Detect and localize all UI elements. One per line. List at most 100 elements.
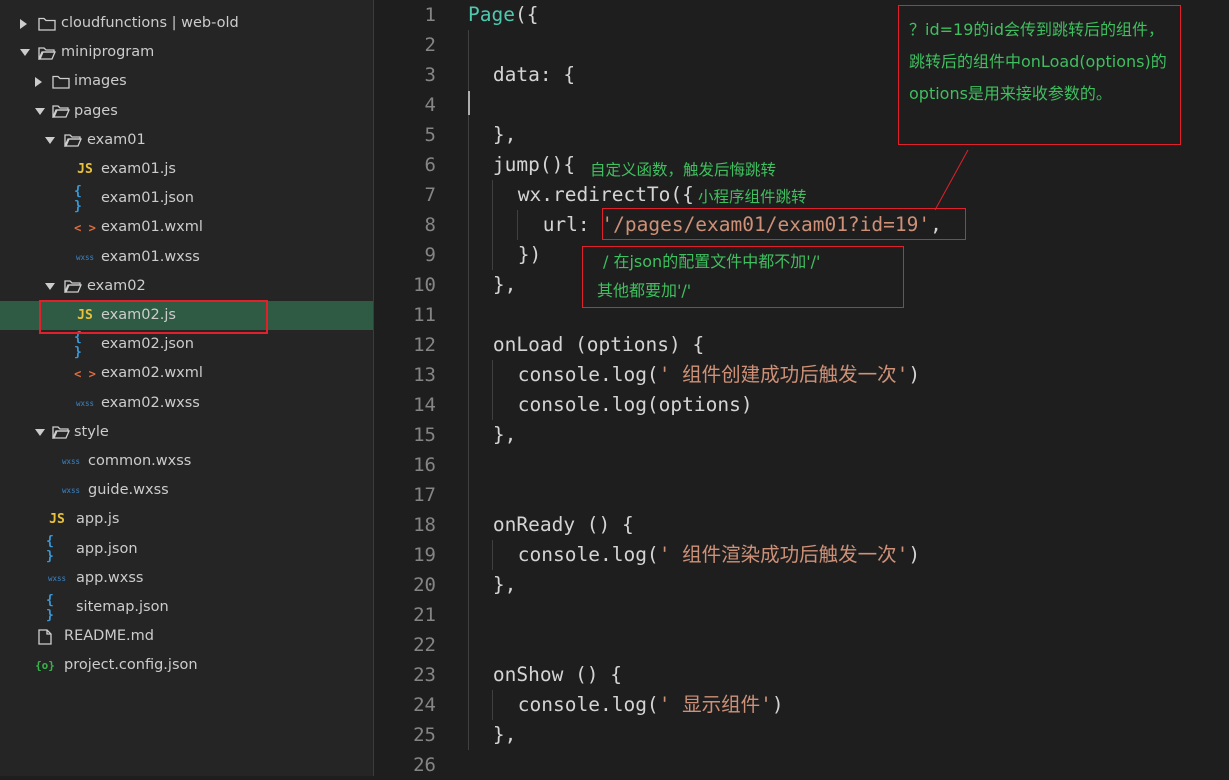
code-line[interactable]: onLoad (options) { [493, 330, 704, 360]
wxss-file-icon: wxss [75, 398, 95, 408]
tree-item-sitemap-json[interactable]: { } sitemap.json [0, 592, 373, 623]
tree-item-app-json[interactable]: { } app.json [0, 534, 373, 564]
tree-item-exam01-wxml[interactable]: < > exam01.wxml [0, 213, 373, 242]
chevron-down-icon[interactable] [45, 282, 55, 290]
indent-guide [517, 210, 518, 240]
folder-icon [36, 15, 58, 32]
line-number: 21 [413, 604, 436, 626]
tree-item-exam02-json[interactable]: { } exam02.json [0, 329, 373, 360]
code-line[interactable]: onShow () { [493, 660, 622, 690]
string-literal: ' 组件渲染成功后触发一次' [658, 543, 909, 566]
tree-item-common-wxss[interactable]: wxss common.wxss [0, 447, 373, 476]
chevron-down-icon[interactable] [45, 136, 55, 144]
indent-guide [468, 30, 469, 750]
code-line[interactable]: console.log(' 组件创建成功后触发一次') [518, 360, 920, 390]
line-number: 15 [413, 424, 436, 446]
json-file-icon: { } [74, 329, 82, 360]
file-explorer: cloudfunctions | web-old miniprogram image… [0, 0, 374, 776]
tree-item-label: images [74, 73, 127, 90]
tree-item-app-wxss[interactable]: wxss app.wxss [0, 564, 373, 593]
tree-item-label: style [74, 423, 109, 440]
chevron-right-icon[interactable] [20, 19, 27, 29]
code-line[interactable]: Page({ [468, 0, 538, 30]
tree-item-label: app.js [76, 511, 120, 528]
tree-item-exam01-js[interactable]: JS exam01.js [0, 155, 373, 184]
wxss-file-icon: wxss [61, 457, 81, 466]
line-number: 22 [413, 634, 436, 656]
folder-open-icon [50, 103, 72, 120]
code-line[interactable]: wx.redirectTo({ [518, 180, 694, 210]
code-line[interactable]: }, [493, 270, 516, 300]
code-line[interactable]: data: { [493, 60, 575, 90]
tree-item-app-js[interactable]: JS app.js [0, 505, 373, 534]
tree-item-label: exam01.js [101, 161, 176, 177]
line-number: 8 [424, 214, 436, 236]
code-line[interactable]: }, [493, 420, 516, 450]
tree-item-exam01-wxss[interactable]: wxss exam01.wxss [0, 243, 373, 272]
tree-item-label: app.json [76, 540, 138, 557]
tree-item-label: exam02.wxss [101, 394, 200, 411]
tree-item-readme-md[interactable]: README.md [0, 622, 373, 651]
line-number: 18 [413, 514, 436, 536]
code-line[interactable]: console.log(' 显示组件') [518, 690, 784, 720]
line-number: 19 [413, 544, 436, 566]
tree-item-label: cloudfunctions | web-old [61, 15, 239, 31]
code-line[interactable]: }, [493, 720, 516, 750]
wxss-file-icon: wxss [61, 486, 81, 496]
identifier: Page [468, 3, 515, 26]
line-number: 6 [424, 154, 436, 176]
line-number: 3 [424, 64, 436, 86]
line-number: 17 [413, 484, 436, 506]
line-number: 1 [424, 4, 436, 26]
slash-rule-note: / 在json的配置文件中都不加'/' 其他都要加'/' [582, 246, 904, 308]
line-number: 2 [424, 34, 436, 56]
tree-item-label: exam02.json [101, 336, 194, 353]
folder-open-icon [50, 424, 72, 441]
line-number: 25 [413, 724, 436, 746]
line-number: 4 [424, 94, 436, 116]
text-cursor [468, 91, 470, 115]
folder-open-icon [62, 278, 84, 295]
line-number: 24 [413, 694, 436, 716]
tree-item-exam01-json[interactable]: { } exam01.json [0, 183, 373, 214]
chevron-down-icon[interactable] [20, 49, 30, 57]
tree-item-label: exam02.wxml [101, 365, 203, 382]
tree-item-exam02-wxss[interactable]: wxss exam02.wxss [0, 389, 373, 418]
code-line[interactable]: console.log(' 组件渲染成功后触发一次') [518, 540, 920, 570]
code-line[interactable]: jump(){ [493, 150, 575, 180]
json-file-icon: { } [74, 183, 82, 214]
folder-open-icon [36, 44, 58, 61]
line-number: 10 [413, 274, 436, 296]
config-file-icon: {o} [35, 659, 55, 673]
indent-guide [492, 690, 493, 720]
code-line[interactable]: }, [493, 120, 516, 150]
tree-item-exam01[interactable]: exam01 [0, 126, 373, 155]
indent-guide [492, 180, 493, 270]
line-number: 11 [413, 304, 436, 326]
line-number: 14 [413, 394, 436, 416]
code-line[interactable]: }) [518, 240, 541, 270]
code-line[interactable]: }, [493, 570, 516, 600]
code-line[interactable]: onReady () { [493, 510, 634, 540]
code-token: ) [908, 363, 921, 386]
jump-comment: 自定义函数，触发后悔跳转 [590, 161, 777, 179]
code-line[interactable]: console.log(options) [518, 390, 753, 420]
tree-item-project-config-json[interactable]: {o} project.config.json [0, 651, 373, 680]
tree-item-label: guide.wxss [88, 482, 169, 499]
tree-item-label: app.wxss [76, 569, 144, 586]
tree-item-label: exam01 [87, 131, 146, 148]
chevron-down-icon[interactable] [35, 107, 45, 115]
chevron-down-icon[interactable] [35, 428, 45, 436]
tree-item-miniprogram[interactable]: miniprogram [0, 38, 373, 67]
tree-item-style[interactable]: style [0, 418, 373, 447]
tree-item-cloudfunctions-web-old[interactable]: cloudfunctions | web-old [0, 9, 373, 38]
json-file-icon: { } [46, 592, 54, 623]
tree-item-exam02-wxml[interactable]: < > exam02.wxml [0, 359, 373, 388]
wxml-file-icon: < > [74, 220, 96, 235]
tree-item-exam02[interactable]: exam02 [0, 272, 373, 301]
code-token: console.log( [517, 693, 659, 716]
tree-item-pages[interactable]: pages [0, 97, 373, 126]
chevron-right-icon[interactable] [35, 77, 42, 88]
tree-item-images[interactable]: images [0, 67, 373, 96]
tree-item-guide-wxss[interactable]: wxss guide.wxss [0, 476, 373, 505]
